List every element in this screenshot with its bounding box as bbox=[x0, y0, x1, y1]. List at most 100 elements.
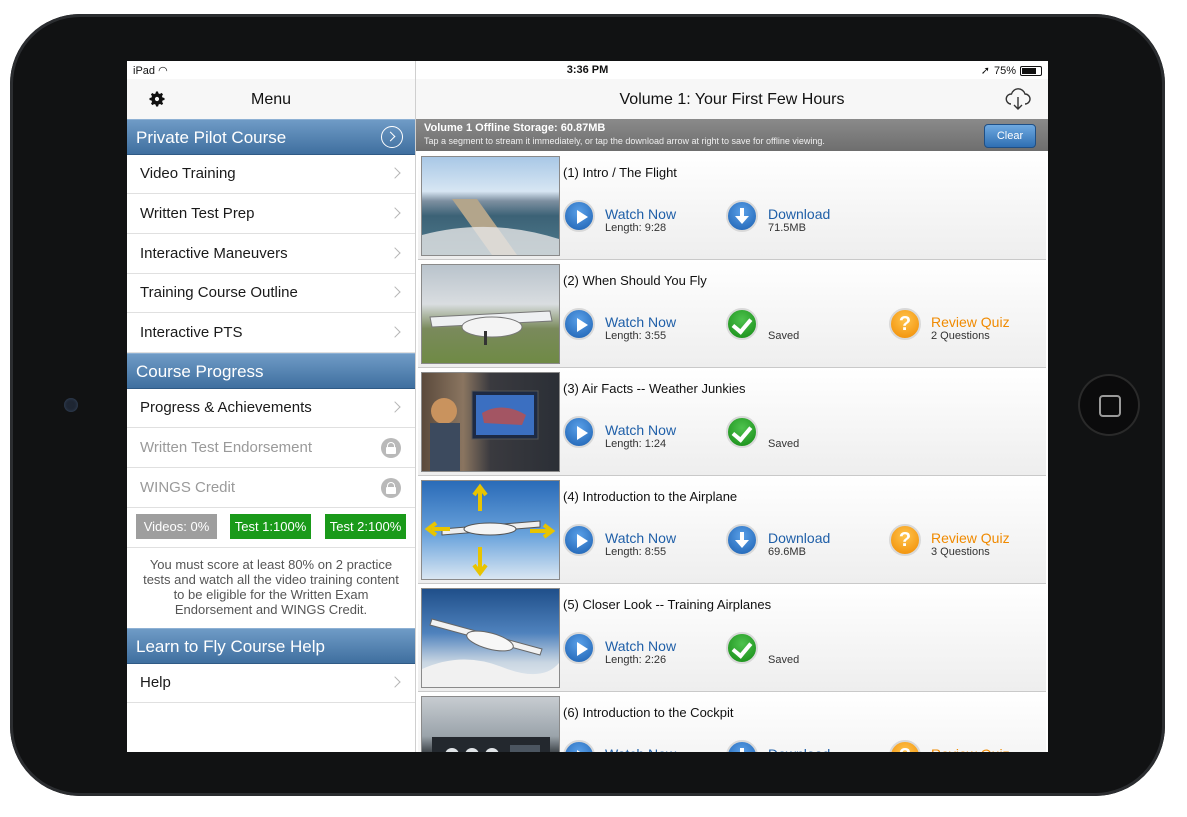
lock-icon bbox=[381, 438, 401, 458]
battery-icon bbox=[1020, 65, 1042, 76]
chevron-right-icon bbox=[389, 286, 401, 298]
videos-progress-badge: Videos: 0% bbox=[136, 514, 217, 539]
test2-progress-badge: Test 2:100% bbox=[325, 514, 406, 539]
play-icon bbox=[563, 524, 595, 556]
test1-progress-badge: Test 1:100% bbox=[230, 514, 311, 539]
lock-icon bbox=[381, 478, 401, 498]
chevron-right-icon bbox=[389, 167, 401, 179]
play-icon bbox=[563, 416, 595, 448]
play-icon bbox=[563, 740, 595, 752]
saved-label: Saved bbox=[768, 654, 800, 666]
saved-label: Saved bbox=[768, 438, 800, 450]
chevron-right-icon bbox=[389, 247, 401, 259]
storage-subtitle: Tap a segment to stream it immediately, … bbox=[424, 136, 825, 146]
watch-now-label: Watch Now bbox=[605, 422, 677, 438]
section-private-pilot-course[interactable]: Private Pilot Course bbox=[127, 119, 415, 155]
sidebar-item-written-test-prep[interactable]: Written Test Prep bbox=[127, 194, 415, 234]
download-size: 69.6MB bbox=[768, 546, 806, 558]
sidebar-item-video-training[interactable]: Video Training bbox=[127, 154, 415, 194]
sidebar-item-help[interactable]: Help bbox=[127, 663, 415, 703]
segment-length: Length: 9:28 bbox=[605, 222, 667, 234]
segment-row[interactable]: (4) Introduction to the Airplane Watch N… bbox=[418, 476, 1046, 584]
checkmark-icon bbox=[726, 632, 758, 664]
item-label: Help bbox=[140, 674, 171, 691]
segment-title: (3) Air Facts -- Weather Junkies bbox=[563, 381, 746, 396]
segment-row[interactable]: (5) Closer Look -- Training Airplanes Wa… bbox=[418, 584, 1046, 692]
storage-title: Volume 1 Offline Storage: 60.87MB bbox=[424, 122, 606, 134]
item-label: Interactive Maneuvers bbox=[140, 245, 288, 262]
section-course-progress: Course Progress bbox=[127, 353, 415, 389]
download-label: Download bbox=[768, 746, 830, 752]
sidebar-item-written-test-endorsement: Written Test Endorsement bbox=[127, 428, 415, 468]
storage-bar: Volume 1 Offline Storage: 60.87MB Tap a … bbox=[416, 119, 1048, 151]
progress-badges: Videos: 0% Test 1:100% Test 2:100% bbox=[127, 507, 415, 548]
question-icon: ? bbox=[889, 740, 921, 752]
segment-length: Length: 1:24 bbox=[605, 438, 667, 450]
sidebar: Menu Private Pilot Course Video Training… bbox=[127, 61, 416, 752]
item-label: Video Training bbox=[140, 165, 236, 182]
segment-row[interactable]: (2) When Should You Fly Watch Now Length… bbox=[418, 260, 1046, 368]
battery-percent: 75% bbox=[993, 64, 1016, 77]
segment-title: (1) Intro / The Flight bbox=[563, 165, 677, 180]
sidebar-item-interactive-pts[interactable]: Interactive PTS bbox=[127, 313, 415, 353]
watch-now-label: Watch Now bbox=[605, 746, 676, 752]
watch-now-label: Watch Now bbox=[605, 206, 677, 222]
review-quiz-label: Review Quiz bbox=[931, 314, 1010, 330]
section-title: Learn to Fly Course Help bbox=[136, 637, 325, 656]
segment-row[interactable]: (1) Intro / The Flight Watch Now Length:… bbox=[418, 152, 1046, 260]
segment-thumbnail bbox=[421, 372, 560, 472]
volume-title: Volume 1: Your First Few Hours bbox=[619, 91, 845, 108]
play-icon bbox=[563, 632, 595, 664]
segment-thumbnail bbox=[421, 480, 560, 580]
quiz-questions: 3 Questions bbox=[931, 546, 990, 558]
quiz-questions: 2 Questions bbox=[931, 330, 990, 342]
circle-chevron-icon[interactable] bbox=[381, 126, 403, 148]
segment-title: (2) When Should You Fly bbox=[563, 273, 707, 288]
home-square-icon bbox=[1099, 395, 1121, 417]
sidebar-item-wings-credit: WINGS Credit bbox=[127, 468, 415, 508]
menu-title: Menu bbox=[250, 91, 292, 108]
battery-area: ➚ 75% bbox=[981, 64, 1042, 77]
download-icon bbox=[726, 740, 758, 752]
cloud-download-icon[interactable] bbox=[1004, 85, 1032, 113]
item-label: Written Test Prep bbox=[140, 205, 255, 222]
download-icon bbox=[726, 200, 758, 232]
home-button[interactable] bbox=[1080, 376, 1138, 434]
main-panel: Volume 1: Your First Few Hours Volume 1 … bbox=[416, 61, 1048, 752]
status-bar: iPad ◠ 3:36 PM ➚ 75% bbox=[127, 61, 1048, 79]
download-label: Download bbox=[768, 206, 831, 222]
location-icon: ➚ bbox=[980, 65, 990, 77]
segment-length: Length: 3:55 bbox=[605, 330, 667, 342]
chevron-right-icon bbox=[389, 401, 401, 413]
segment-thumbnail bbox=[421, 156, 560, 256]
sidebar-item-interactive-maneuvers[interactable]: Interactive Maneuvers bbox=[127, 234, 415, 274]
chevron-right-icon bbox=[389, 326, 401, 338]
watch-now-label: Watch Now bbox=[605, 638, 677, 654]
saved-label: Saved bbox=[768, 330, 800, 342]
clear-button[interactable]: Clear bbox=[984, 124, 1036, 148]
download-label: Download bbox=[768, 530, 831, 546]
segment-thumbnail bbox=[421, 588, 560, 688]
item-label: Interactive PTS bbox=[140, 324, 243, 341]
section-title: Private Pilot Course bbox=[136, 128, 287, 147]
eligibility-note: You must score at least 80% on 2 practic… bbox=[143, 557, 399, 617]
main-header: Volume 1: Your First Few Hours bbox=[416, 79, 1048, 120]
segment-row[interactable]: (6) Introduction to the Cockpit Watch No… bbox=[418, 692, 1046, 752]
review-quiz-label: Review Quiz bbox=[931, 746, 1010, 752]
segment-thumbnail bbox=[421, 264, 560, 364]
watch-now-label: Watch Now bbox=[605, 314, 677, 330]
checkmark-icon bbox=[726, 416, 758, 448]
segment-length: Length: 8:55 bbox=[605, 546, 667, 558]
segment-thumbnail bbox=[421, 696, 560, 752]
chevron-right-icon bbox=[389, 207, 401, 219]
segment-row[interactable]: (3) Air Facts -- Weather Junkies Watch N… bbox=[418, 368, 1046, 476]
item-label: WINGS Credit bbox=[140, 479, 236, 496]
checkmark-icon bbox=[726, 308, 758, 340]
sidebar-item-training-course-outline[interactable]: Training Course Outline bbox=[127, 273, 415, 313]
download-size: 71.5MB bbox=[768, 222, 806, 234]
segment-title: (4) Introduction to the Airplane bbox=[563, 489, 738, 504]
sidebar-item-progress-achievements[interactable]: Progress & Achievements bbox=[127, 388, 415, 428]
item-label: Written Test Endorsement bbox=[140, 439, 313, 456]
play-icon bbox=[563, 308, 595, 340]
front-camera bbox=[64, 398, 78, 412]
